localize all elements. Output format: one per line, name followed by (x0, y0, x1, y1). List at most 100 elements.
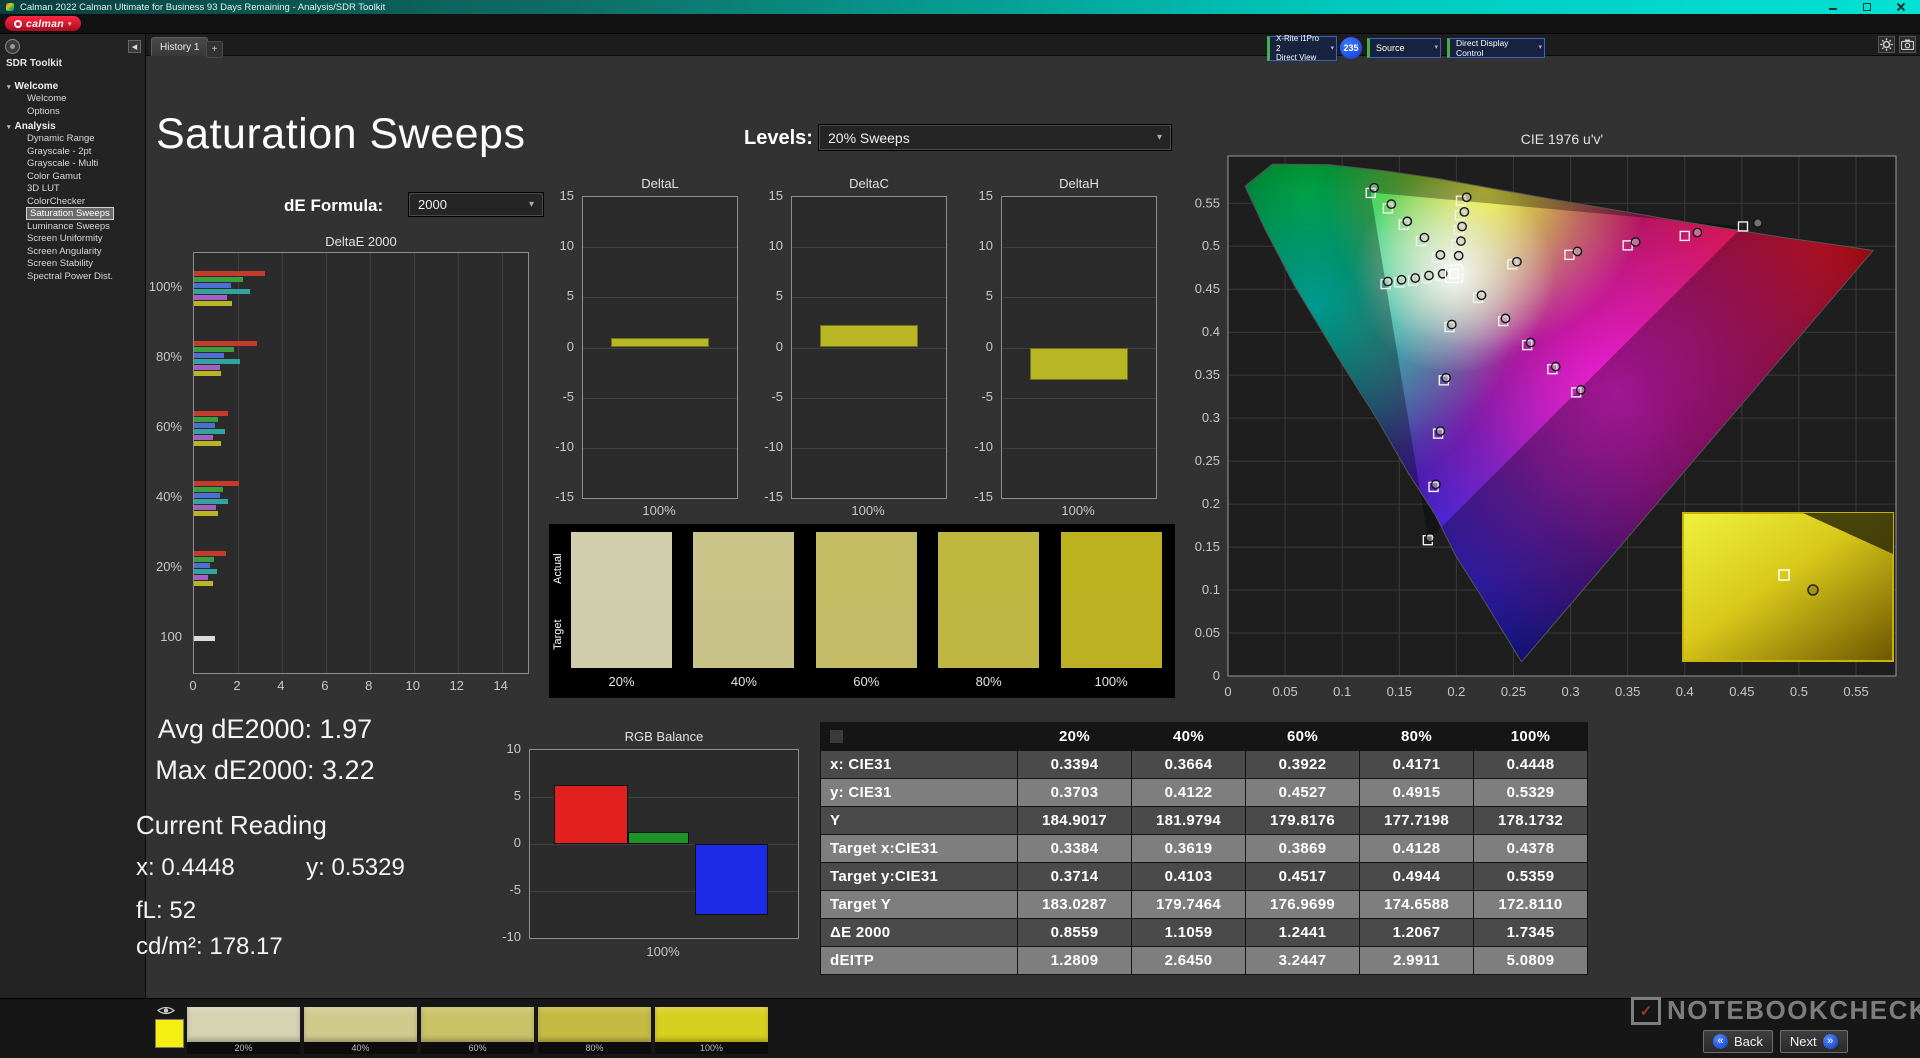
target-swatch (1060, 600, 1162, 668)
table-value: 0.3619 (1132, 835, 1245, 862)
de-bar-green (194, 276, 244, 282)
screenshot-button[interactable] (1899, 36, 1916, 53)
maximize-button[interactable] (1862, 2, 1872, 12)
add-tab-button[interactable]: + (206, 41, 223, 58)
table-value: 179.7464 (1132, 891, 1245, 918)
target-swatch (571, 600, 672, 668)
svg-text:0.05: 0.05 (1272, 684, 1297, 699)
item-label: Screen Uniformity (27, 233, 103, 244)
sidebar-item-screen-angularity[interactable]: Screen Angularity (0, 246, 145, 259)
sidebar-item-luminance-sweeps[interactable]: Luminance Sweeps (0, 221, 145, 234)
y-tick-label: -15 (764, 489, 783, 504)
svg-text:0: 0 (1213, 668, 1220, 683)
patch-color (655, 1007, 768, 1042)
sidebar-item-screen-uniformity[interactable]: Screen Uniformity (0, 233, 145, 246)
minimize-button[interactable] (1828, 2, 1838, 12)
column-header-100: 100% (1510, 728, 1551, 745)
row-label-x-cie31: x: CIE31 (821, 751, 1017, 778)
next-button[interactable]: Next » (1779, 1030, 1848, 1053)
svg-text:0.15: 0.15 (1195, 539, 1220, 554)
back-button[interactable]: « Back (1703, 1030, 1773, 1053)
display-control-label: Direct Display Control (1456, 37, 1509, 58)
sidebar-collapse-button[interactable]: ◀ (128, 40, 141, 53)
sidebar-item-options[interactable]: Options (0, 106, 145, 119)
table-value: 0.4122 (1132, 779, 1245, 806)
x-tick-label: 2 (233, 678, 241, 693)
cie-chart-title: CIE 1976 u'v' (1520, 131, 1604, 147)
levels-dropdown[interactable]: 20% Sweeps ▾ (818, 124, 1172, 151)
row-label-deitp: dEITP (821, 947, 1017, 974)
window-title: Calman 2022 Calman Ultimate for Business… (20, 1, 386, 13)
next-label: Next (1789, 1034, 1817, 1049)
calman-menu-button[interactable]: calman ▾ (5, 16, 81, 31)
svg-text:0.45: 0.45 (1195, 281, 1220, 296)
max-de-value: 3.22 (322, 755, 375, 785)
table-value: 0.4527 (1246, 779, 1359, 806)
formula-dropdown[interactable]: 2000 ▾ (408, 192, 544, 217)
deltah-title: DeltaH (1059, 176, 1099, 191)
sidebar-group-analysis[interactable]: ▾ Analysis (0, 118, 145, 133)
tab-history-1[interactable]: History 1 (151, 37, 209, 56)
svg-text:0.05: 0.05 (1195, 625, 1220, 640)
sidebar-item-screen-stability[interactable]: Screen Stability (0, 258, 145, 271)
table-value: 183.0287 (1018, 891, 1131, 918)
y-tick-label: 15 (768, 188, 783, 203)
grid-line (1002, 447, 1156, 449)
patch-20%[interactable]: 20% (187, 1007, 300, 1054)
table-value: 177.7198 (1360, 807, 1473, 834)
sidebar-item-saturation-sweeps[interactable]: Saturation Sweeps (0, 207, 145, 221)
eye-icon[interactable] (157, 1005, 175, 1016)
item-label: Spectral Power Dist. (27, 270, 114, 282)
patch-80%[interactable]: 80% (538, 1007, 651, 1054)
de-bar-white (194, 635, 215, 641)
sidebar-item-grayscale-2pt[interactable]: Grayscale - 2pt (0, 146, 145, 159)
sidebar-title: SDR Toolkit (6, 58, 62, 69)
grid-line (792, 297, 946, 299)
deltae-xlabels: 0 2 4 6 8 10 12 14 (189, 678, 529, 694)
patch-60%[interactable]: 60% (421, 1007, 534, 1054)
deltaL-plot (582, 196, 738, 499)
chevron-down-icon: ▾ (7, 83, 11, 91)
deltaH-bar (1030, 347, 1128, 380)
deltac-title: DeltaC (849, 176, 889, 191)
table-value: 0.3394 (1018, 751, 1131, 778)
table-value: 0.4517 (1246, 863, 1359, 890)
de-bar-green (194, 556, 214, 562)
patch-100%[interactable]: 100% (655, 1007, 768, 1054)
sidebar-item-colorchecker[interactable]: ColorChecker (0, 196, 145, 209)
table-value: 0.4378 (1474, 835, 1587, 862)
grid-line (281, 253, 283, 673)
swatch-label: 80% (975, 674, 1002, 689)
patch-color (304, 1007, 417, 1042)
de-bar-red (194, 480, 240, 486)
sidebar-item-welcome[interactable]: Welcome (0, 93, 145, 106)
sidebar-item-color-gamut[interactable]: Color Gamut (0, 171, 145, 184)
item-label: Luminance Sweeps (27, 220, 110, 232)
y-tick-label: 10 (768, 238, 783, 254)
table-value: 184.9017 (1018, 807, 1131, 834)
grid-line (1002, 297, 1156, 299)
record-button[interactable] (5, 39, 20, 54)
sidebar-item-dynamic-range[interactable]: Dynamic Range (0, 133, 145, 146)
column-header-20: 20% (1059, 728, 1090, 745)
source-selector[interactable]: Source ▾ (1367, 38, 1441, 58)
y-tick-label: -15 (555, 489, 574, 504)
y-tick-label: -5 (562, 388, 574, 404)
sidebar-item-3d-lut[interactable]: 3D LUT (0, 183, 145, 196)
cd-label: cd/m²: (136, 933, 203, 960)
rgb-bar-B (695, 844, 768, 916)
svg-text:0.5: 0.5 (1790, 684, 1808, 699)
back-label: Back (1734, 1034, 1763, 1049)
table-value: 179.8176 (1246, 807, 1359, 834)
sidebar-item-grayscale-multi[interactable]: Grayscale - Multi (0, 158, 145, 171)
sidebar-group-welcome[interactable]: ▾ Welcome (0, 78, 145, 93)
patch-40%[interactable]: 40% (304, 1007, 417, 1054)
table-value: 0.3922 (1246, 751, 1359, 778)
settings-button[interactable] (1878, 36, 1895, 53)
display-control-selector[interactable]: Direct Display Control ▾ (1447, 38, 1545, 58)
close-button[interactable] (1896, 2, 1906, 12)
sidebar-item-spectral-power-dist[interactable]: Spectral Power Dist. (0, 271, 145, 284)
meter-selector[interactable]: X-Rite i1Pro 2 Direct View ▾ (1267, 34, 1337, 62)
group-label: 100 (160, 629, 182, 644)
cie-zoom-inset (1682, 512, 1894, 662)
